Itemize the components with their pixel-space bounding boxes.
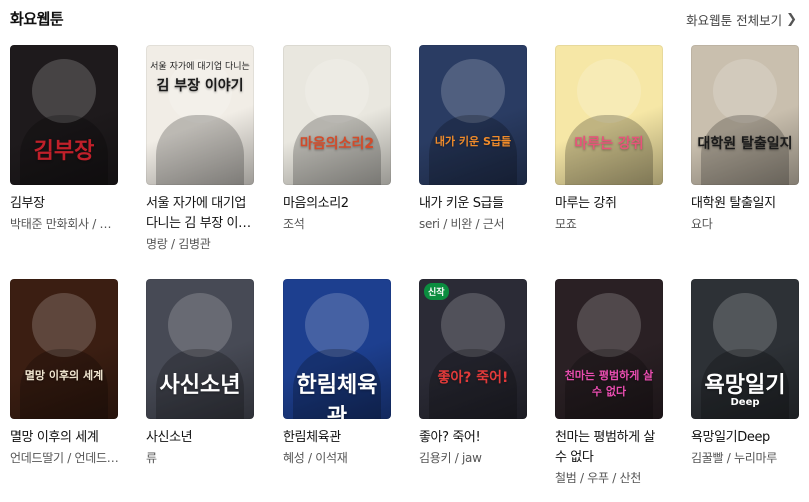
webtoon-author: 철범 / 우푸 / 산천 — [555, 471, 641, 485]
webtoon-card[interactable]: 천마는 평범하게 살 수 없다 천마는 평범하게 살 수 없다 철범 / 우푸 / … — [555, 279, 667, 487]
webtoon-card[interactable]: 김부장 김부장 박태준 만화회사 / 정종택 — [10, 45, 122, 233]
webtoon-title[interactable]: 사신소년 — [146, 428, 258, 448]
webtoon-title[interactable]: 좋아? 죽어! — [419, 428, 531, 448]
webtoon-card[interactable]: 좋아? 죽어! 신작좋아? 죽어! 김용키 / jaw — [419, 279, 531, 467]
webtoon-thumbnail[interactable]: 좋아? 죽어! 신작 — [419, 279, 527, 419]
webtoon-title[interactable]: 멸망 이후의 세계 — [10, 428, 122, 448]
webtoon-thumbnail[interactable]: 멸망 이후의 세계 — [10, 279, 118, 419]
new-badge: 신작 — [424, 283, 449, 300]
webtoon-title[interactable]: 천마는 평범하게 살 수 없다 — [555, 428, 667, 468]
cover-figure — [32, 59, 96, 123]
webtoon-thumbnail[interactable]: 대학원 탈출일지 — [691, 45, 799, 185]
cover-figure — [441, 293, 505, 357]
cover-title-art: 한림체육관 — [296, 373, 378, 419]
webtoon-author: 조석 — [283, 217, 305, 231]
view-all-link[interactable]: 화요웹툰 전체보기 ❯ — [686, 10, 797, 29]
cover-subtitle: 서울 자가에 대기업 다니는 — [150, 62, 250, 72]
cover-figure — [32, 293, 96, 357]
webtoon-author: 김꿀빨 / 누리마루 — [691, 451, 777, 465]
webtoon-card[interactable]: 한림체육관 한림체육관 혜성 / 이석재 — [283, 279, 395, 467]
webtoon-thumbnail[interactable]: 서울 자가에 대기업 다니는김 부장 이야기 — [146, 45, 254, 185]
cover-title-art: 마음의소리2 — [299, 136, 375, 152]
cover-figure — [577, 293, 641, 357]
webtoon-thumbnail[interactable]: 욕망일기 Deep — [691, 279, 799, 419]
webtoon-author: 요다 — [691, 217, 713, 231]
webtoon-card[interactable]: 대학원 탈출일지 대학원 탈출일지 요다 — [691, 45, 803, 233]
chevron-right-icon: ❯ — [786, 12, 797, 27]
cover-figure — [713, 293, 777, 357]
cover-title-art: 욕망일기 — [704, 373, 786, 398]
webtoon-card[interactable]: 서울 자가에 대기업 다니는 김 부장 이야기 서울 자가에 대기업 다니는 김 부… — [146, 45, 258, 253]
webtoon-thumbnail[interactable]: 내가 키운 S급들 — [419, 45, 527, 185]
webtoon-thumbnail[interactable]: 천마는 평범하게 살 수 없다 — [555, 279, 663, 419]
cover-title-art: 멸망 이후의 세계 — [24, 369, 104, 382]
section-header: 화요웹툰 화요웹툰 전체보기 ❯ — [0, 0, 809, 36]
webtoon-title[interactable]: 욕망일기Deep — [691, 428, 803, 448]
webtoon-author: 박태준 만화회사 / 정종택 — [10, 217, 122, 231]
webtoon-card[interactable]: 욕망일기 Deep 욕망일기Deep 김꿀빨 / 누리마루 — [691, 279, 803, 467]
webtoon-title[interactable]: 서울 자가에 대기업 다니는 김 부장 이야기 — [146, 194, 258, 234]
webtoon-thumbnail[interactable]: 한림체육관 — [283, 279, 391, 419]
cover-title-art: 사신소년 — [159, 373, 241, 398]
cover-title-art: 김부장 — [33, 139, 95, 164]
cover-figure — [577, 59, 641, 123]
webtoon-thumbnail[interactable]: 마루는 강쥐 — [555, 45, 663, 185]
webtoon-title[interactable]: 한림체육관 — [283, 428, 395, 448]
webtoon-card[interactable]: 사신소년 사신소년 류 — [146, 279, 258, 467]
cover-title-art: 내가 키운 S급들 — [434, 135, 512, 148]
webtoon-author: 언데드딸기 / 언데드감자 — [10, 451, 122, 465]
cover-figure — [305, 59, 369, 123]
cover-title-art: 마루는 강쥐 — [574, 136, 644, 152]
webtoon-card[interactable]: 마음의소리2 마음의소리2 조석 — [283, 45, 395, 233]
webtoon-title[interactable]: 마루는 강쥐 — [555, 194, 667, 214]
section-title: 화요웹툰 — [10, 10, 64, 28]
cover-figure-body — [156, 115, 244, 185]
cover-figure — [441, 59, 505, 123]
webtoon-thumbnail[interactable]: 마음의소리2 — [283, 45, 391, 185]
webtoon-author: 모죠 — [555, 217, 577, 231]
webtoon-author: 혜성 / 이석재 — [283, 451, 348, 465]
webtoon-card[interactable]: 멸망 이후의 세계 멸망 이후의 세계 언데드딸기 / 언데드감자 — [10, 279, 122, 467]
webtoon-author: 류 — [146, 451, 157, 465]
webtoon-thumbnail[interactable]: 사신소년 — [146, 279, 254, 419]
webtoon-title[interactable]: 대학원 탈출일지 — [691, 194, 803, 214]
cover-figure-body — [20, 349, 108, 419]
cover-title-art: 김 부장 이야기 — [156, 78, 244, 94]
cover-figure-body — [429, 115, 517, 185]
webtoon-title[interactable]: 마음의소리2 — [283, 194, 395, 214]
webtoon-author: 김용키 / jaw — [419, 451, 482, 465]
cover-figure — [168, 293, 232, 357]
webtoon-author: 명랑 / 김병관 — [146, 237, 211, 251]
webtoon-card[interactable]: 내가 키운 S급들 내가 키운 S급들 seri / 비완 / 근서 — [419, 45, 531, 233]
webtoon-author: seri / 비완 / 근서 — [419, 217, 505, 231]
cover-figure — [713, 59, 777, 123]
cover-title-art: 천마는 평범하게 살 수 없다 — [564, 369, 654, 398]
cover-subtitle: Deep — [730, 397, 760, 408]
view-all-label: 화요웹툰 전체보기 — [686, 13, 783, 28]
webtoon-title[interactable]: 내가 키운 S급들 — [419, 194, 531, 214]
webtoon-title[interactable]: 김부장 — [10, 194, 122, 214]
cover-title-art: 대학원 탈출일지 — [697, 136, 793, 152]
cover-title-art: 좋아? 죽어! — [437, 370, 509, 386]
cover-figure — [305, 293, 369, 357]
webtoon-card[interactable]: 마루는 강쥐 마루는 강쥐 모죠 — [555, 45, 667, 233]
webtoon-thumbnail[interactable]: 김부장 — [10, 45, 118, 185]
